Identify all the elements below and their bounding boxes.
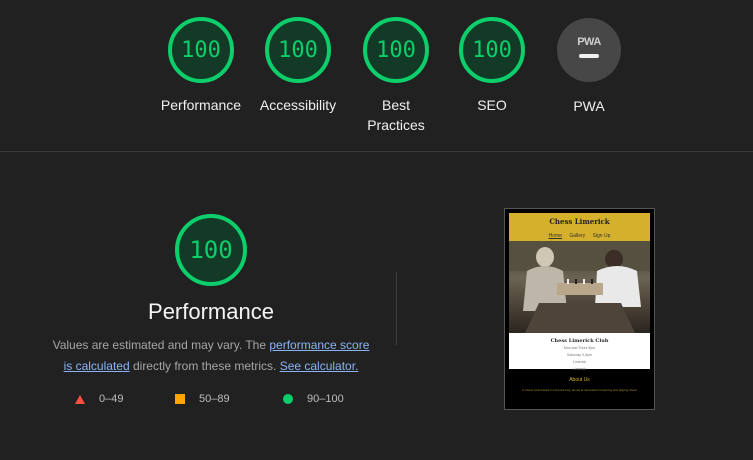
gauge-label: Performance	[160, 97, 242, 113]
square-icon	[175, 394, 185, 404]
gauge-label: Accessibility	[259, 97, 337, 113]
final-screenshot[interactable]: Chess Limerick Home Gallery Sign Up Ches…	[504, 208, 655, 410]
nav-item: Sign Up	[592, 233, 611, 239]
chess-players-photo	[509, 241, 650, 333]
score-ring: 100	[459, 17, 525, 83]
legend-range: 90–100	[307, 393, 344, 405]
screenshot-content: Chess Limerick Home Gallery Sign Up Ches…	[509, 213, 650, 405]
performance-description: Values are estimated and may vary. The p…	[50, 335, 372, 377]
card-line: Limerick	[572, 360, 587, 364]
gauge-label: SEO	[477, 97, 507, 113]
card-line: Mon and Thurs 9pm	[563, 346, 596, 350]
score-value: 100	[181, 37, 221, 63]
pwa-badge: PWA	[557, 18, 621, 82]
circle-icon	[283, 394, 293, 404]
legend-range: 50–89	[199, 393, 230, 405]
desc-middle: directly from these metrics.	[129, 359, 280, 373]
score-legend: 0–49 50–89 90–100	[75, 393, 375, 411]
gauge-label: Best Practices	[367, 97, 425, 133]
gauge-pwa[interactable]: PWA PWA	[544, 17, 634, 116]
category-gauges: 100 Performance 100 Accessibility 100 Be…	[0, 0, 753, 152]
triangle-icon	[75, 394, 85, 404]
score-ring: 100	[363, 17, 429, 83]
gauge-label: PWA	[573, 98, 605, 114]
site-nav: Home Gallery Sign Up	[509, 233, 650, 239]
desc-prefix: Values are estimated and may vary. The	[52, 338, 270, 352]
performance-score-value: 100	[189, 236, 233, 264]
nav-item: Gallery	[569, 233, 586, 239]
gauge-best-practices[interactable]: 100 Best Practices	[350, 17, 442, 135]
performance-score-ring: 100	[175, 214, 247, 286]
gauge-seo[interactable]: 100 SEO	[447, 17, 537, 115]
performance-title: Performance	[148, 299, 274, 324]
section-divider	[396, 272, 397, 345]
site-header: Chess Limerick Home Gallery Sign Up	[509, 213, 650, 241]
legend-range: 0–49	[99, 393, 124, 405]
score-value: 100	[376, 37, 416, 63]
card-line: Saturday 9-5pm	[567, 353, 592, 357]
about-text: A Chess Club based in Limerick City, aim…	[522, 388, 637, 392]
score-ring: 100	[168, 17, 234, 83]
card-title: Chess Limerick Club	[550, 338, 609, 344]
legend-average: 50–89	[175, 393, 230, 405]
legend-pass: 90–100	[283, 393, 344, 405]
see-calculator-link[interactable]: See calculator.	[280, 359, 359, 373]
pwa-dash-icon	[579, 54, 599, 58]
score-value: 100	[278, 37, 318, 63]
gauge-performance[interactable]: 100 Performance	[156, 17, 246, 115]
club-info-card: Chess Limerick Club Mon and Thurs 9pm Sa…	[509, 333, 650, 371]
score-ring: 100	[265, 17, 331, 83]
site-title: Chess Limerick	[549, 217, 610, 226]
score-value: 100	[472, 37, 512, 63]
about-section: About Us A Chess Club based in Limerick …	[509, 369, 650, 392]
about-title: About Us	[569, 377, 590, 383]
nav-item: Home	[548, 233, 562, 239]
legend-fail: 0–49	[75, 393, 123, 405]
pwa-badge-text: PWA	[577, 36, 601, 48]
gauge-accessibility[interactable]: 100 Accessibility	[253, 17, 343, 115]
